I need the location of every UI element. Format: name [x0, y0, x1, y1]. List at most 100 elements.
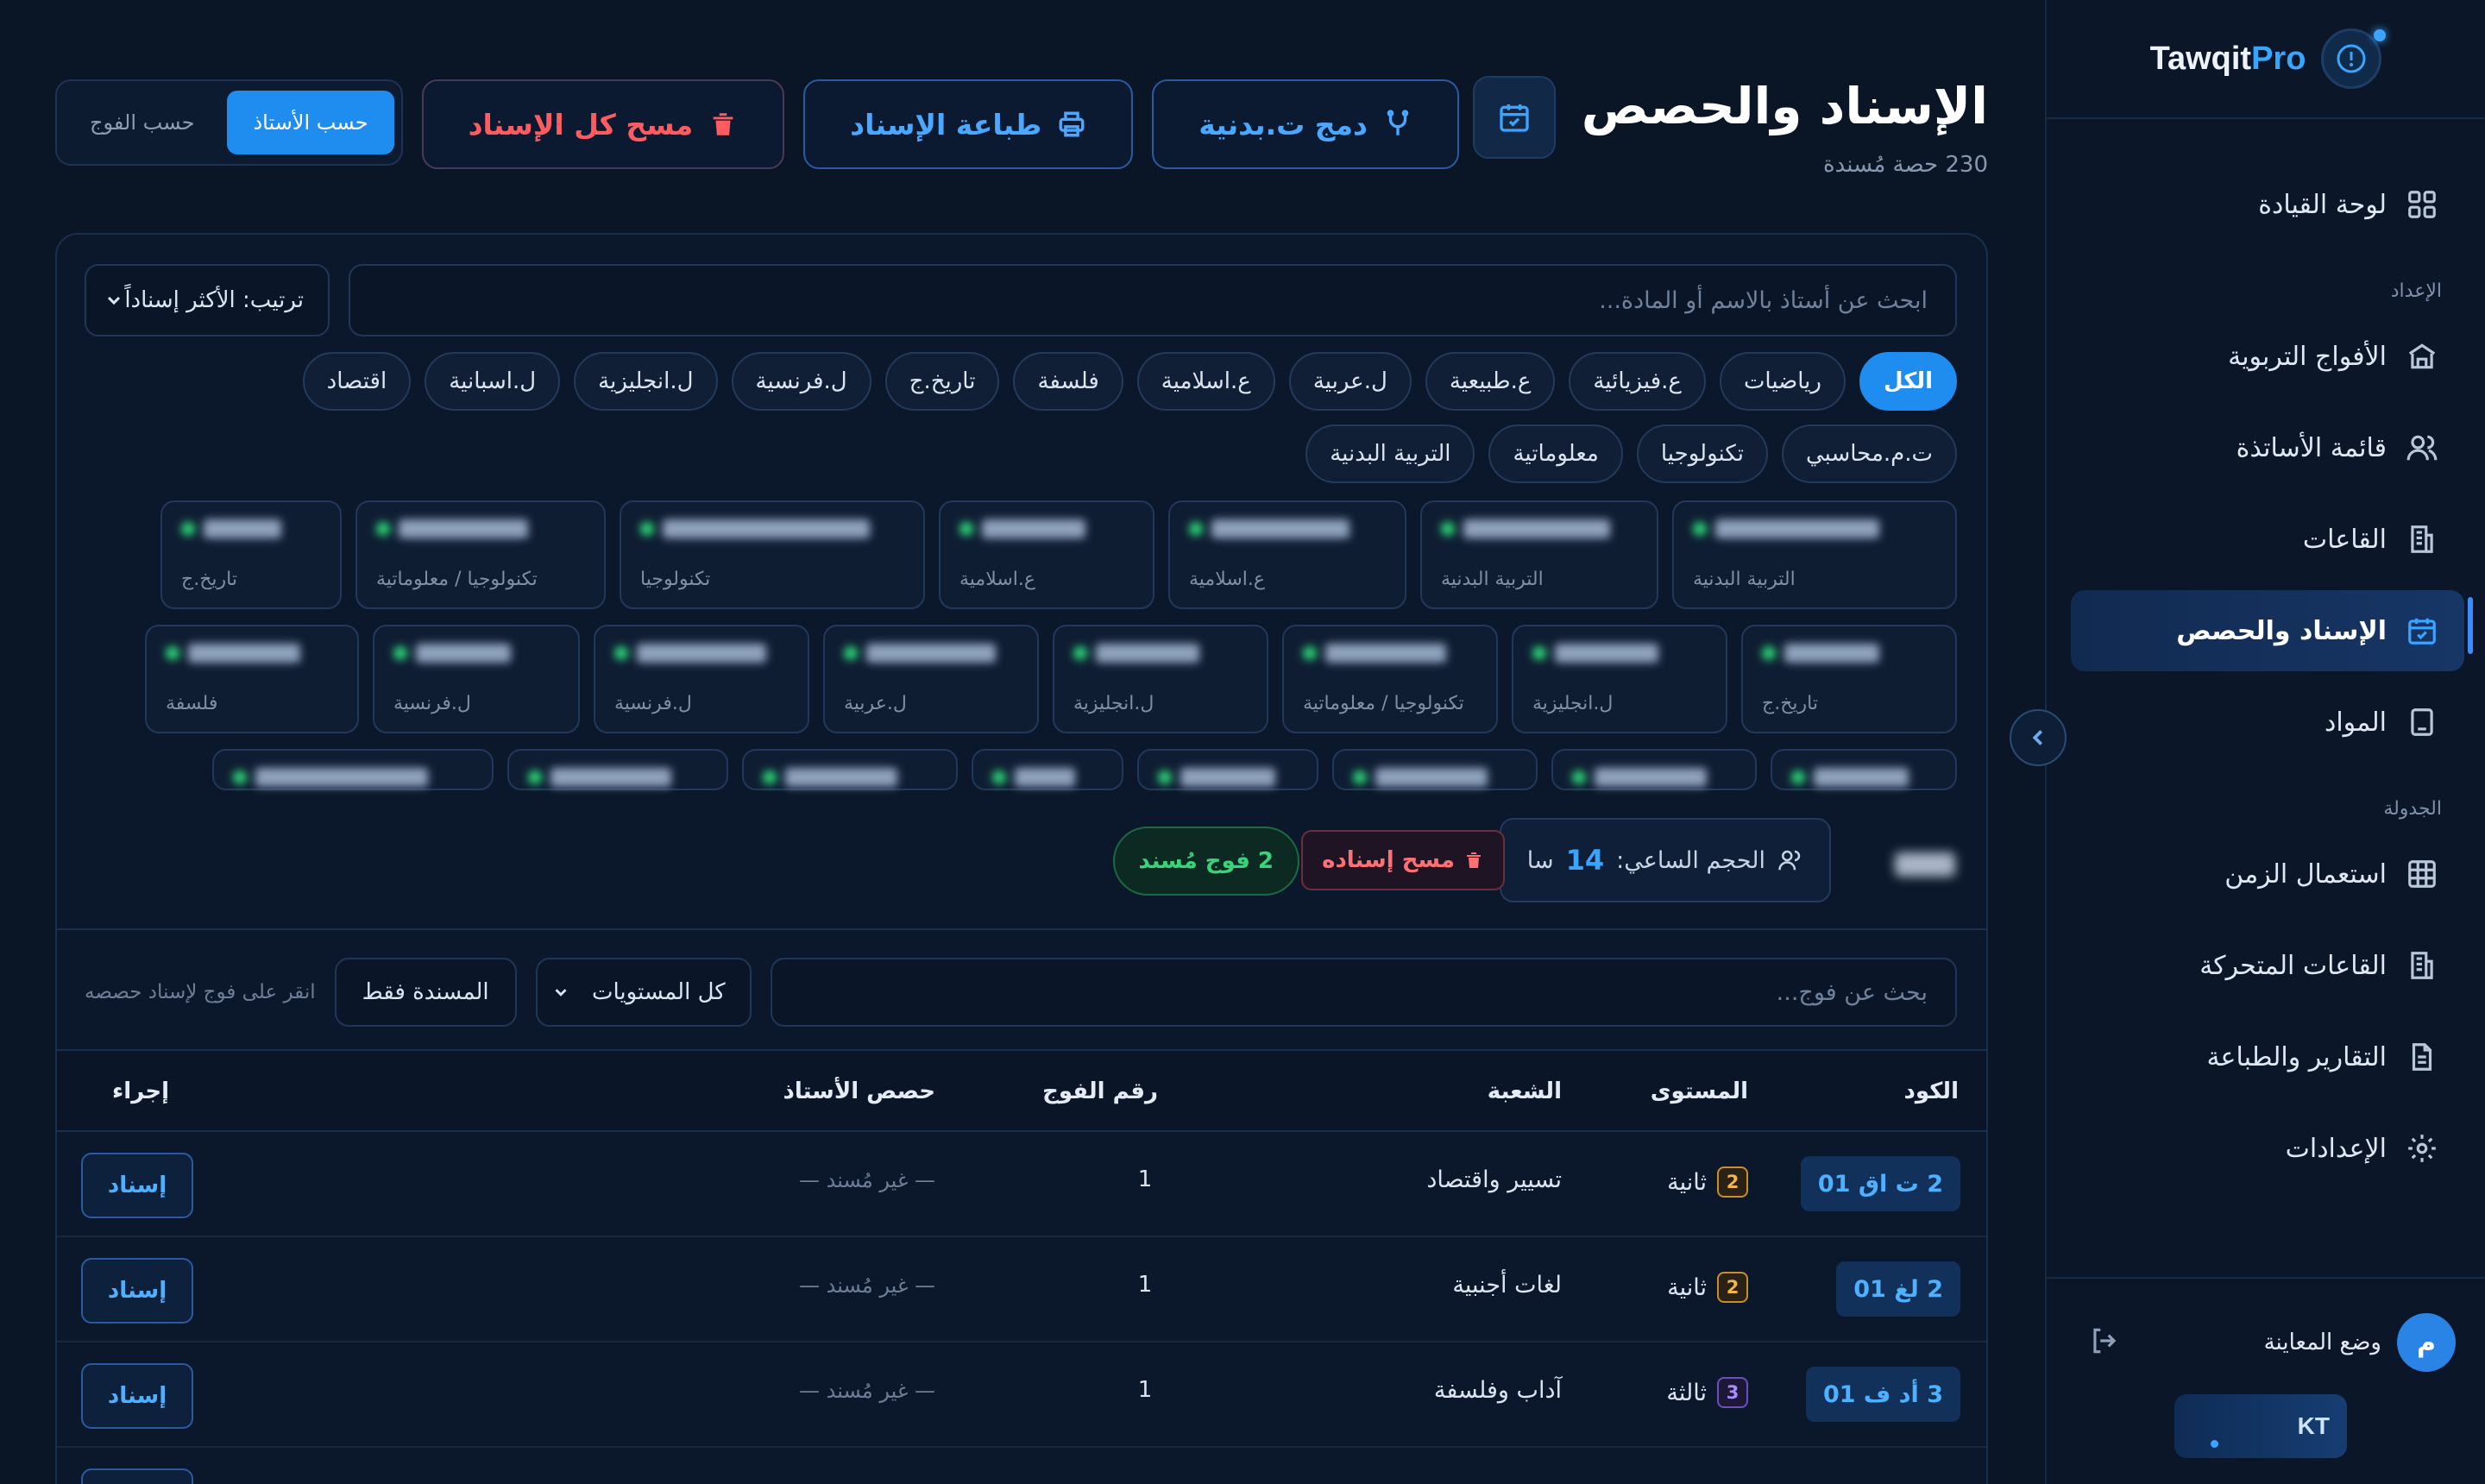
- avatar[interactable]: م: [2397, 1313, 2456, 1372]
- sidebar-item-dashboard[interactable]: لوحة القيادة: [2071, 164, 2464, 245]
- assign-button[interactable]: إسناد: [81, 1363, 193, 1429]
- teacher-search-input[interactable]: ابحث عن أستاذ بالاسم أو المادة...: [349, 264, 1957, 336]
- teacher-card[interactable]: ل.انجليزية: [1053, 625, 1268, 733]
- chip-technology[interactable]: تكنولوجيا: [1636, 424, 1768, 483]
- main-content: الإسناد والحصص 230 حصة مُسندة حسب الفوج …: [0, 0, 2043, 1484]
- chip-informatics[interactable]: معلوماتية: [1488, 424, 1623, 483]
- col-branch[interactable]: الشعبة: [1488, 1078, 1562, 1104]
- table-row[interactable]: 2 لغ 01 2 ثانية لغات أجنبية 1 — غير مُسند…: [57, 1237, 1986, 1343]
- chip-pe[interactable]: التربية البدنية: [1305, 424, 1475, 483]
- sidebar-item-settings[interactable]: الإعدادات: [2071, 1108, 2464, 1189]
- assign-button[interactable]: [81, 1468, 193, 1484]
- chip-english[interactable]: ل.انجليزية: [574, 352, 718, 411]
- user-info[interactable]: م وضع المعاينة: [2264, 1313, 2456, 1372]
- chip-accounting[interactable]: ت.م.محاسبي: [1781, 424, 1957, 483]
- col-level[interactable]: المستوى: [1651, 1078, 1748, 1104]
- nav-section-setup: الإعداد: [2390, 280, 2442, 302]
- level-cell: 3 ثالثة: [1666, 1377, 1748, 1408]
- sidebar-item-groups[interactable]: الأفواج التربوية: [2071, 316, 2464, 397]
- teacher-card[interactable]: تكنولوجيا / معلوماتية: [355, 500, 606, 609]
- chip-all[interactable]: الكل: [1859, 352, 1957, 411]
- sidebar-item-label: الأفواج التربوية: [2228, 341, 2387, 372]
- group-search-input[interactable]: بحث عن فوج...: [770, 958, 1957, 1027]
- teacher-card[interactable]: فلسفة: [145, 625, 359, 733]
- table-row[interactable]: [57, 1448, 1986, 1484]
- assign-button[interactable]: إسناد: [81, 1153, 193, 1218]
- clear-teacher-assignment-button[interactable]: مسح إسناده: [1301, 830, 1505, 890]
- group-filter-row: بحث عن فوج... كل المستويات المسندة فقط ا…: [85, 958, 1957, 1027]
- sidebar-item-rooms[interactable]: القاعات: [2071, 499, 2464, 580]
- assign-button[interactable]: إسناد: [81, 1258, 193, 1324]
- teacher-card[interactable]: تاريخ.ج: [160, 500, 342, 609]
- only-assigned-toggle[interactable]: المسندة فقط: [334, 958, 517, 1027]
- clear-all-button[interactable]: مسح كل الإسناد: [421, 79, 785, 169]
- sidebar-item-timetable[interactable]: استعمال الزمن: [2071, 833, 2464, 915]
- teacher-card[interactable]: [742, 749, 958, 790]
- chip-math[interactable]: رياضيات: [1719, 352, 1846, 411]
- branch-cell: آداب وفلسفة: [1433, 1377, 1562, 1404]
- teacher-card[interactable]: [972, 749, 1123, 790]
- hint-text: انقر على فوج لإسناد حصصه: [85, 981, 316, 1003]
- assigned-count-badge: 2 فوج مُسند: [1112, 827, 1299, 896]
- sidebar-item-label: قائمة الأساتذة: [2236, 432, 2387, 463]
- teacher-card[interactable]: ل.فرنسية: [594, 625, 809, 733]
- teacher-search-row: ابحث عن أستاذ بالاسم أو المادة... ترتيب:…: [85, 264, 1957, 336]
- header-actions: حسب الفوج حسب الأستاذ مسح كل الإسناد طبا…: [55, 79, 1459, 169]
- chip-history-geo[interactable]: تاريخ.ج: [884, 352, 1000, 411]
- view-by-group-option[interactable]: حسب الفوج: [64, 91, 220, 154]
- teacher-card[interactable]: تكنولوجيا: [620, 500, 925, 609]
- col-teacher-hours[interactable]: حصص الأستاذ: [783, 1078, 935, 1104]
- branch-cell: لغات أجنبية: [1452, 1272, 1562, 1298]
- divider: [57, 928, 1986, 930]
- branch-cell: تسيير واقتصاد: [1426, 1166, 1562, 1193]
- chip-physics[interactable]: ع.فيزيائية: [1569, 352, 1706, 411]
- teacher-card[interactable]: ل.فرنسية: [373, 625, 580, 733]
- sort-select[interactable]: ترتيب: الأكثر إسناداً: [85, 264, 330, 336]
- teacher-card[interactable]: ع.اسلامية: [1168, 500, 1406, 609]
- chip-spanish[interactable]: ل.اسبانية: [425, 352, 561, 411]
- sidebar-footer: م وضع المعاينة KT: [2045, 1277, 2485, 1484]
- chip-economics[interactable]: اقتصاد: [302, 352, 412, 411]
- teacher-card[interactable]: [507, 749, 728, 790]
- view-by-teacher-option[interactable]: حسب الأستاذ: [227, 91, 394, 154]
- table-row[interactable]: 2 ت اق 01 2 ثانية تسيير واقتصاد 1 — غير م…: [57, 1132, 1986, 1237]
- teacher-card[interactable]: [212, 749, 494, 790]
- teacher-card[interactable]: [1332, 749, 1538, 790]
- teacher-card[interactable]: [1771, 749, 1957, 790]
- logout-button[interactable]: [2088, 1324, 2121, 1361]
- teacher-card[interactable]: تاريخ.ج: [1741, 625, 1957, 733]
- levels-select[interactable]: كل المستويات: [535, 958, 752, 1027]
- chip-french[interactable]: ل.فرنسية: [731, 352, 871, 411]
- col-group-no[interactable]: رقم الفوج: [1042, 1078, 1158, 1104]
- sidebar-item-subjects[interactable]: المواد: [2071, 682, 2464, 763]
- teacher-card[interactable]: التربية البدنية: [1420, 500, 1658, 609]
- teacher-card[interactable]: [1137, 749, 1318, 790]
- brand[interactable]: TawqitPro: [2047, 0, 2485, 119]
- sidebar-item-mobile-rooms[interactable]: القاعات المتحركة: [2071, 925, 2464, 1006]
- sidebar-item-assignment[interactable]: الإسناد والحصص: [2071, 590, 2464, 671]
- col-code[interactable]: الكود: [1904, 1078, 1959, 1104]
- sidebar-item-reports[interactable]: التقارير والطباعة: [2071, 1016, 2464, 1097]
- teacher-card[interactable]: [1551, 749, 1757, 790]
- chip-natural-sciences[interactable]: ع.طبيعية: [1425, 352, 1556, 411]
- teacher-card[interactable]: التربية البدنية: [1672, 500, 1957, 609]
- teacher-cards: التربية البدنية التربية البدنية ع.اسلامي…: [102, 500, 1957, 1028]
- group-code: 2 لغ 01: [1836, 1261, 1960, 1317]
- teacher-card-row: [102, 749, 1957, 790]
- teacher-card[interactable]: ل.عربية: [823, 625, 1039, 733]
- grid-icon: [2408, 191, 2436, 218]
- sidebar-item-teachers[interactable]: قائمة الأساتذة: [2071, 407, 2464, 488]
- chip-philosophy[interactable]: فلسفة: [1013, 352, 1123, 411]
- teacher-card[interactable]: ل.انجليزية: [1512, 625, 1727, 733]
- brand-name: TawqitPro: [2149, 40, 2306, 77]
- printer-icon: [1059, 111, 1085, 137]
- print-assignment-button[interactable]: طباعة الإسناد: [803, 79, 1134, 169]
- chip-islamic[interactable]: ع.اسلامية: [1136, 352, 1275, 411]
- teacher-card[interactable]: تكنولوجيا / معلوماتية: [1282, 625, 1498, 733]
- chip-arabic[interactable]: ل.عربية: [1288, 352, 1412, 411]
- sidebar-item-label: استعمال الزمن: [2224, 858, 2387, 890]
- table-row[interactable]: 3 أد ف 01 3 ثالثة آداب وفلسفة 1 — غير مُس…: [57, 1343, 1986, 1448]
- teacher-card[interactable]: ع.اسلامية: [939, 500, 1154, 609]
- page-header: الإسناد والحصص 230 حصة مُسندة: [1472, 76, 1988, 178]
- merge-pe-button[interactable]: دمج ت.بدنية: [1152, 79, 1459, 169]
